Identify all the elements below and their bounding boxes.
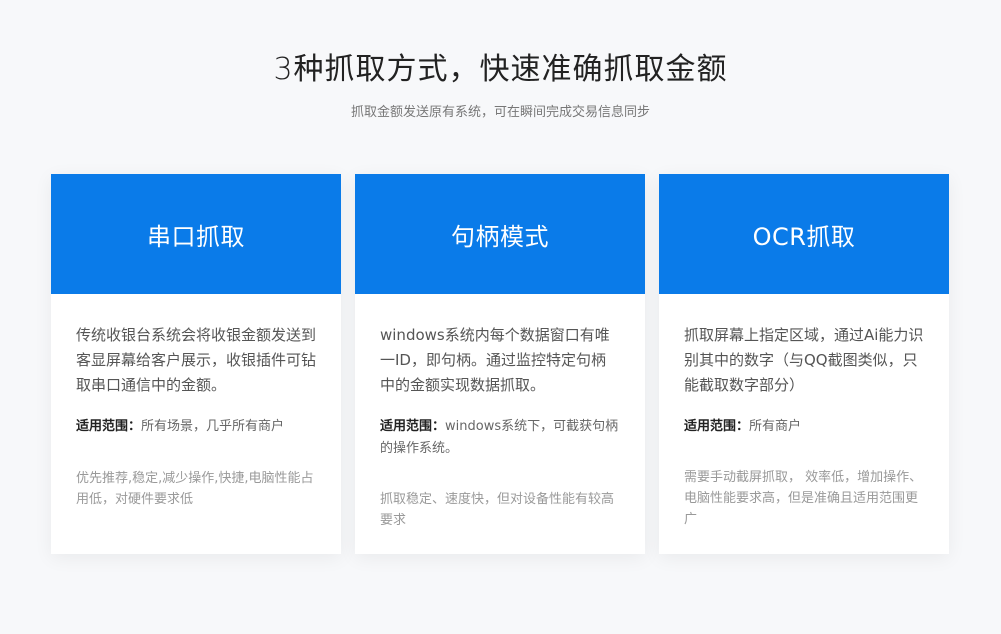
card-header: OCR抓取 xyxy=(659,174,949,294)
capture-methods-list: 串口抓取 传统收银台系统会将收银金额发送到客显屏幕给客户展示，收银插件可钻取串口… xyxy=(51,174,949,554)
card-body: 抓取屏幕上指定区域，通过Ai能力识别其中的数字（与QQ截图类似，只能截取数字部分… xyxy=(659,294,949,530)
card-header: 串口抓取 xyxy=(51,174,341,294)
card-ocr[interactable]: OCR抓取 抓取屏幕上指定区域，通过Ai能力识别其中的数字（与QQ截图类似，只能… xyxy=(659,174,949,554)
page-title: 3种抓取方式，快速准确抓取金额 xyxy=(273,52,728,87)
card-scope: 适用范围：所有场景，几乎所有商户 xyxy=(76,416,316,438)
card-header: 句柄模式 xyxy=(355,174,645,294)
card-scope: 适用范围：所有商户 xyxy=(684,416,924,438)
card-description: 传统收银台系统会将收银金额发送到客显屏幕给客户展示，收银插件可钻取串口通信中的金… xyxy=(76,326,317,394)
card-title: OCR抓取 xyxy=(752,222,856,251)
card-body: windows系统内每个数据窗口有唯一ID，即句柄。通过监控特定句柄中的金额实现… xyxy=(355,294,645,531)
card-title: 串口抓取 xyxy=(147,222,245,251)
card-body: 传统收银台系统会将收银金额发送到客显屏幕给客户展示，收银插件可钻取串口通信中的金… xyxy=(51,294,341,510)
card-note: 需要手动截屏抓取， 效率低，增加操作、电脑性能要求高，但是准确且适用范围更广 xyxy=(684,470,923,527)
card-description: 抓取屏幕上指定区域，通过Ai能力识别其中的数字（与QQ截图类似，只能截取数字部分… xyxy=(684,326,924,394)
card-serial-port[interactable]: 串口抓取 传统收银台系统会将收银金额发送到客显屏幕给客户展示，收银插件可钻取串口… xyxy=(51,174,341,554)
scope-label: 适用范围： xyxy=(76,419,142,434)
scope-text: 所有商户 xyxy=(749,419,802,434)
card-handle-mode[interactable]: 句柄模式 windows系统内每个数据窗口有唯一ID，即句柄。通过监控特定句柄中… xyxy=(355,174,645,554)
card-note: 优先推荐,稳定,减少操作,快捷,电脑性能占用低，对硬件要求低 xyxy=(76,471,314,507)
scope-label: 适用范围： xyxy=(684,419,750,434)
card-description: windows系统内每个数据窗口有唯一ID，即句柄。通过监控特定句柄中的金额实现… xyxy=(380,326,610,394)
page-subtitle: 抓取金额发送原有系统，可在瞬间完成交易信息同步 xyxy=(350,105,650,120)
card-note: 抓取稳定、速度快，但对设备性能有较高要求 xyxy=(380,492,615,528)
scope-label: 适用范围： xyxy=(380,419,446,434)
card-scope: 适用范围：windows系统下，可截获句柄的操作系统。 xyxy=(380,416,620,460)
card-title: 句柄模式 xyxy=(451,222,549,251)
scope-text: 所有场景，几乎所有商户 xyxy=(141,419,285,434)
